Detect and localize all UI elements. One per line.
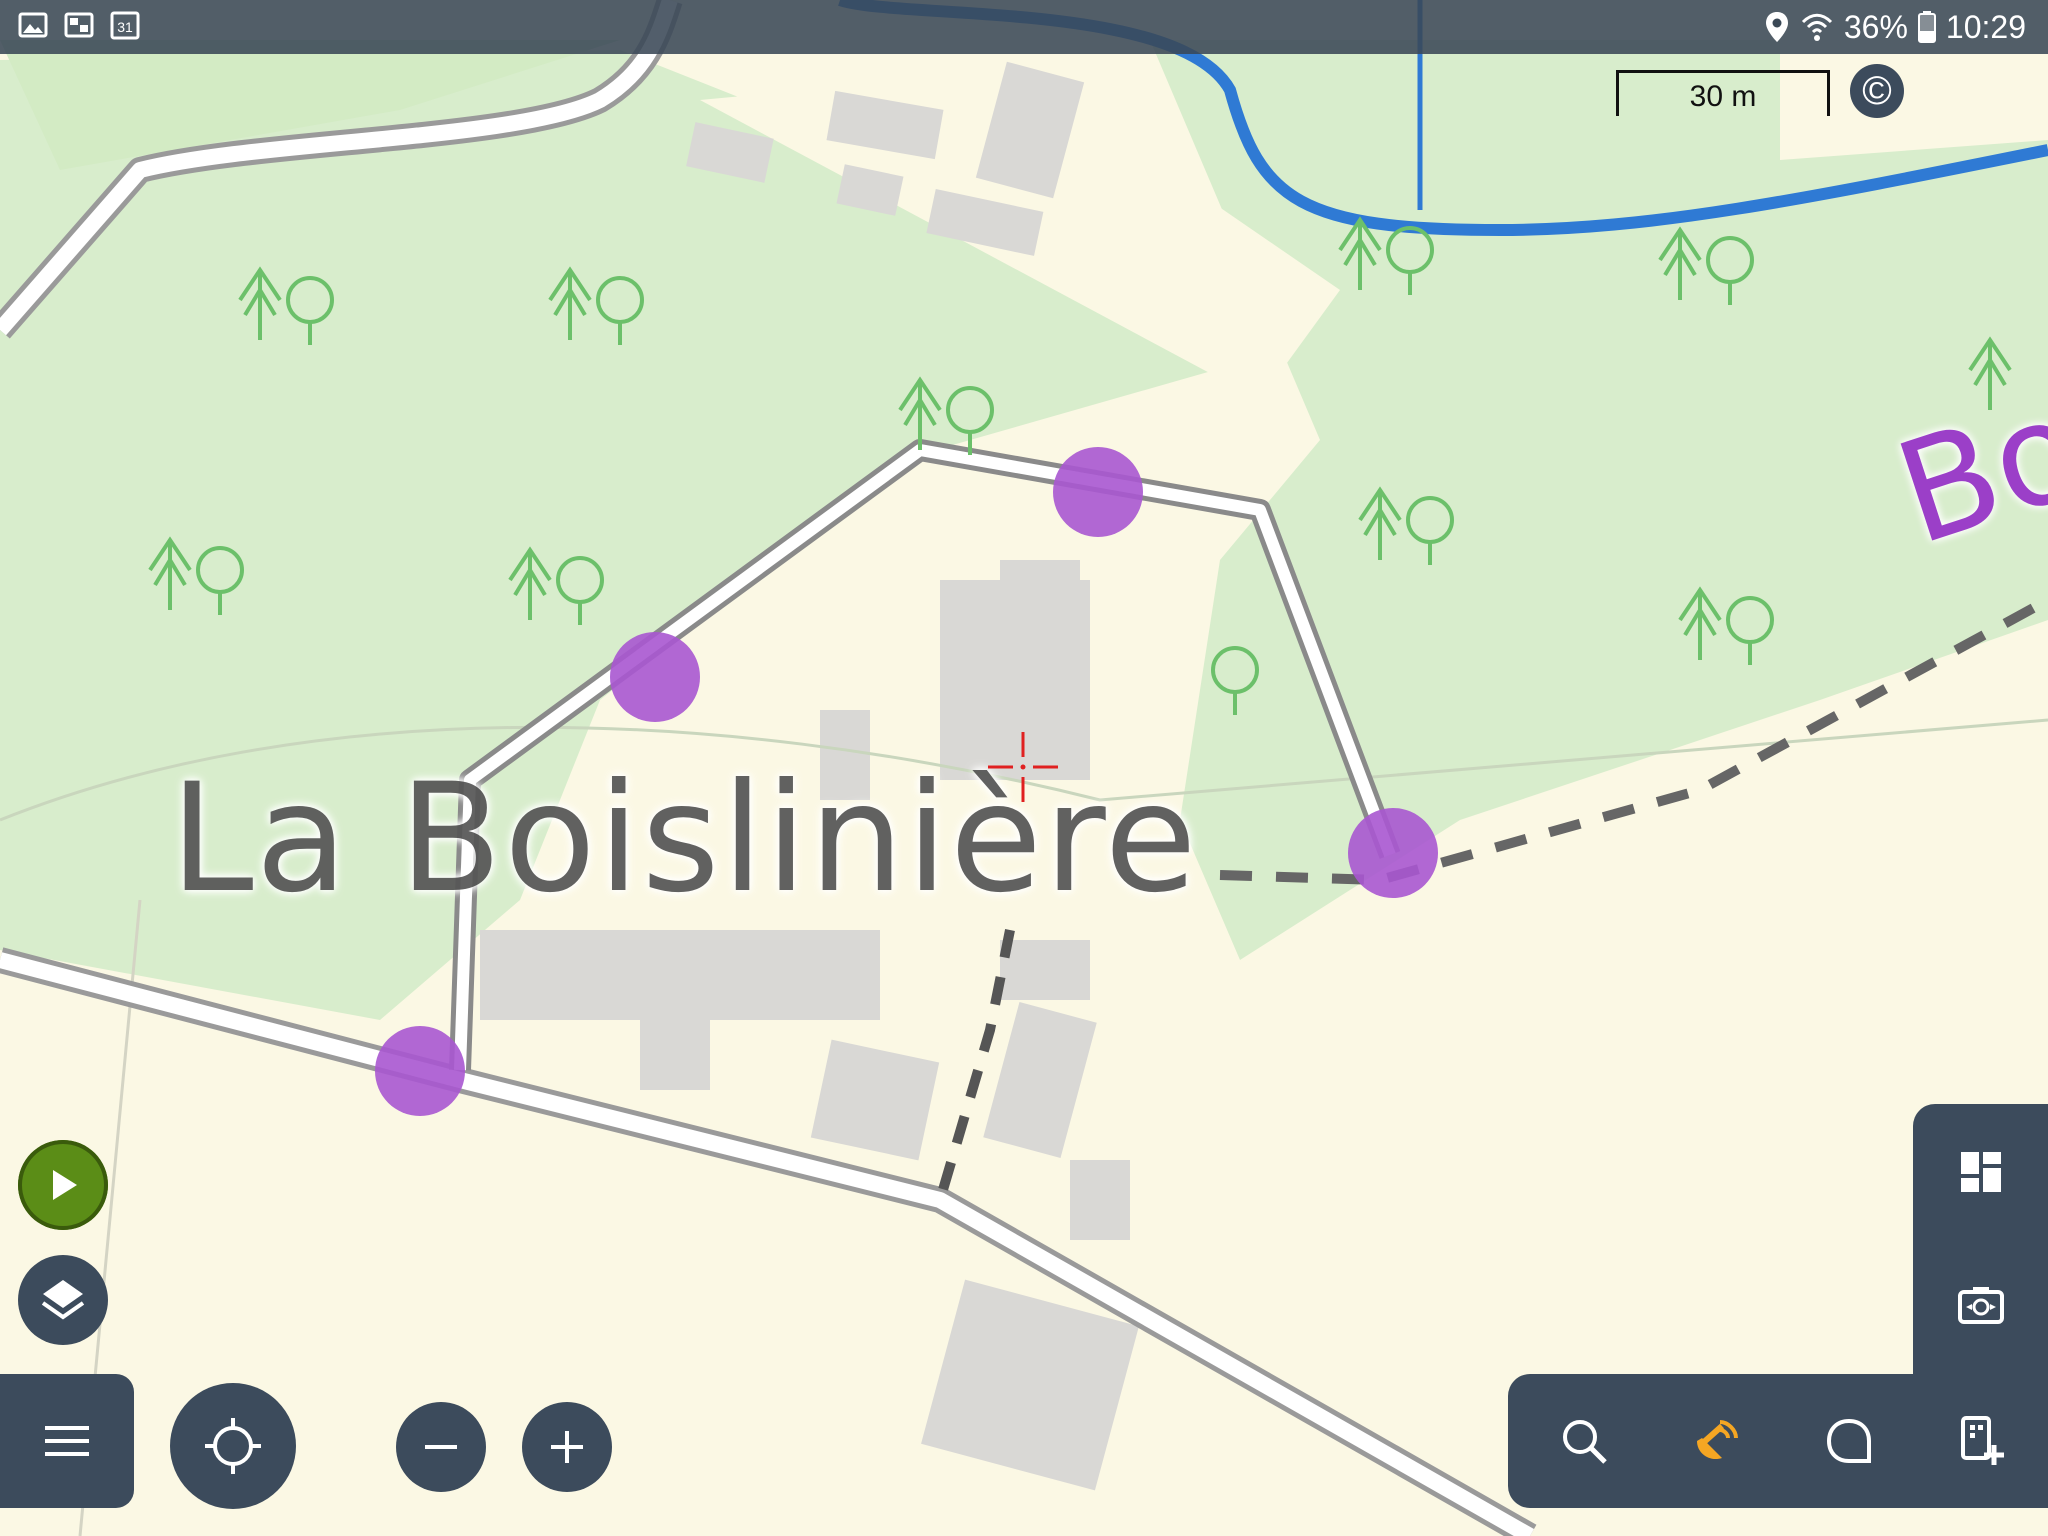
chat-button[interactable] (1799, 1391, 1899, 1491)
route-point (1348, 808, 1438, 898)
route-point (610, 632, 700, 722)
status-bar: 31 36% 10:29 (0, 0, 2048, 54)
clock: 10:29 (1945, 8, 2026, 45)
gallery-icon (64, 12, 94, 38)
wifi-icon (1801, 13, 1832, 41)
calendar-icon: 31 (110, 11, 140, 40)
gps-button[interactable] (1667, 1391, 1767, 1491)
route-point (1053, 447, 1143, 537)
locate-button[interactable] (170, 1383, 296, 1509)
copyright-button[interactable]: © (1850, 64, 1904, 118)
bottom-toolbar (1508, 1374, 2048, 1508)
dashboard-button[interactable] (1931, 1122, 2031, 1222)
menu-icon (45, 1426, 89, 1456)
calendar-day: 31 (117, 19, 133, 35)
plus-icon (551, 1431, 583, 1463)
chat-bubble-icon (1827, 1418, 1872, 1463)
battery-icon (1917, 11, 1936, 43)
search-icon (1563, 1420, 1608, 1464)
gallery-icon (18, 12, 48, 38)
scale-label: 30 m (1689, 80, 1757, 113)
zoom-out-button[interactable] (396, 1402, 486, 1492)
side-toolbar (1913, 1104, 2048, 1376)
location-icon (1765, 12, 1788, 42)
menu-button[interactable] (0, 1374, 134, 1508)
scale-bar: 30 m (1616, 70, 1830, 116)
dashboard-icon (1961, 1152, 2001, 1192)
camera-switch-icon (1958, 1287, 2004, 1324)
layers-button[interactable] (18, 1255, 108, 1345)
zoom-in-button[interactable] (522, 1402, 612, 1492)
gps-satellite-icon (1696, 1420, 1738, 1460)
crosshair-icon (205, 1418, 261, 1474)
battery-percent: 36% (1843, 8, 1908, 45)
camera-switch-button[interactable] (1931, 1256, 2031, 1356)
play-button[interactable] (18, 1140, 108, 1230)
add-point-button[interactable] (1932, 1391, 2032, 1491)
route-point (375, 1026, 465, 1116)
layers-icon (41, 1280, 85, 1320)
minus-icon (425, 1445, 457, 1449)
add-point-icon (1960, 1416, 2004, 1465)
search-button[interactable] (1534, 1391, 1634, 1491)
crosshair-icon (988, 732, 1058, 802)
play-icon (53, 1170, 77, 1200)
